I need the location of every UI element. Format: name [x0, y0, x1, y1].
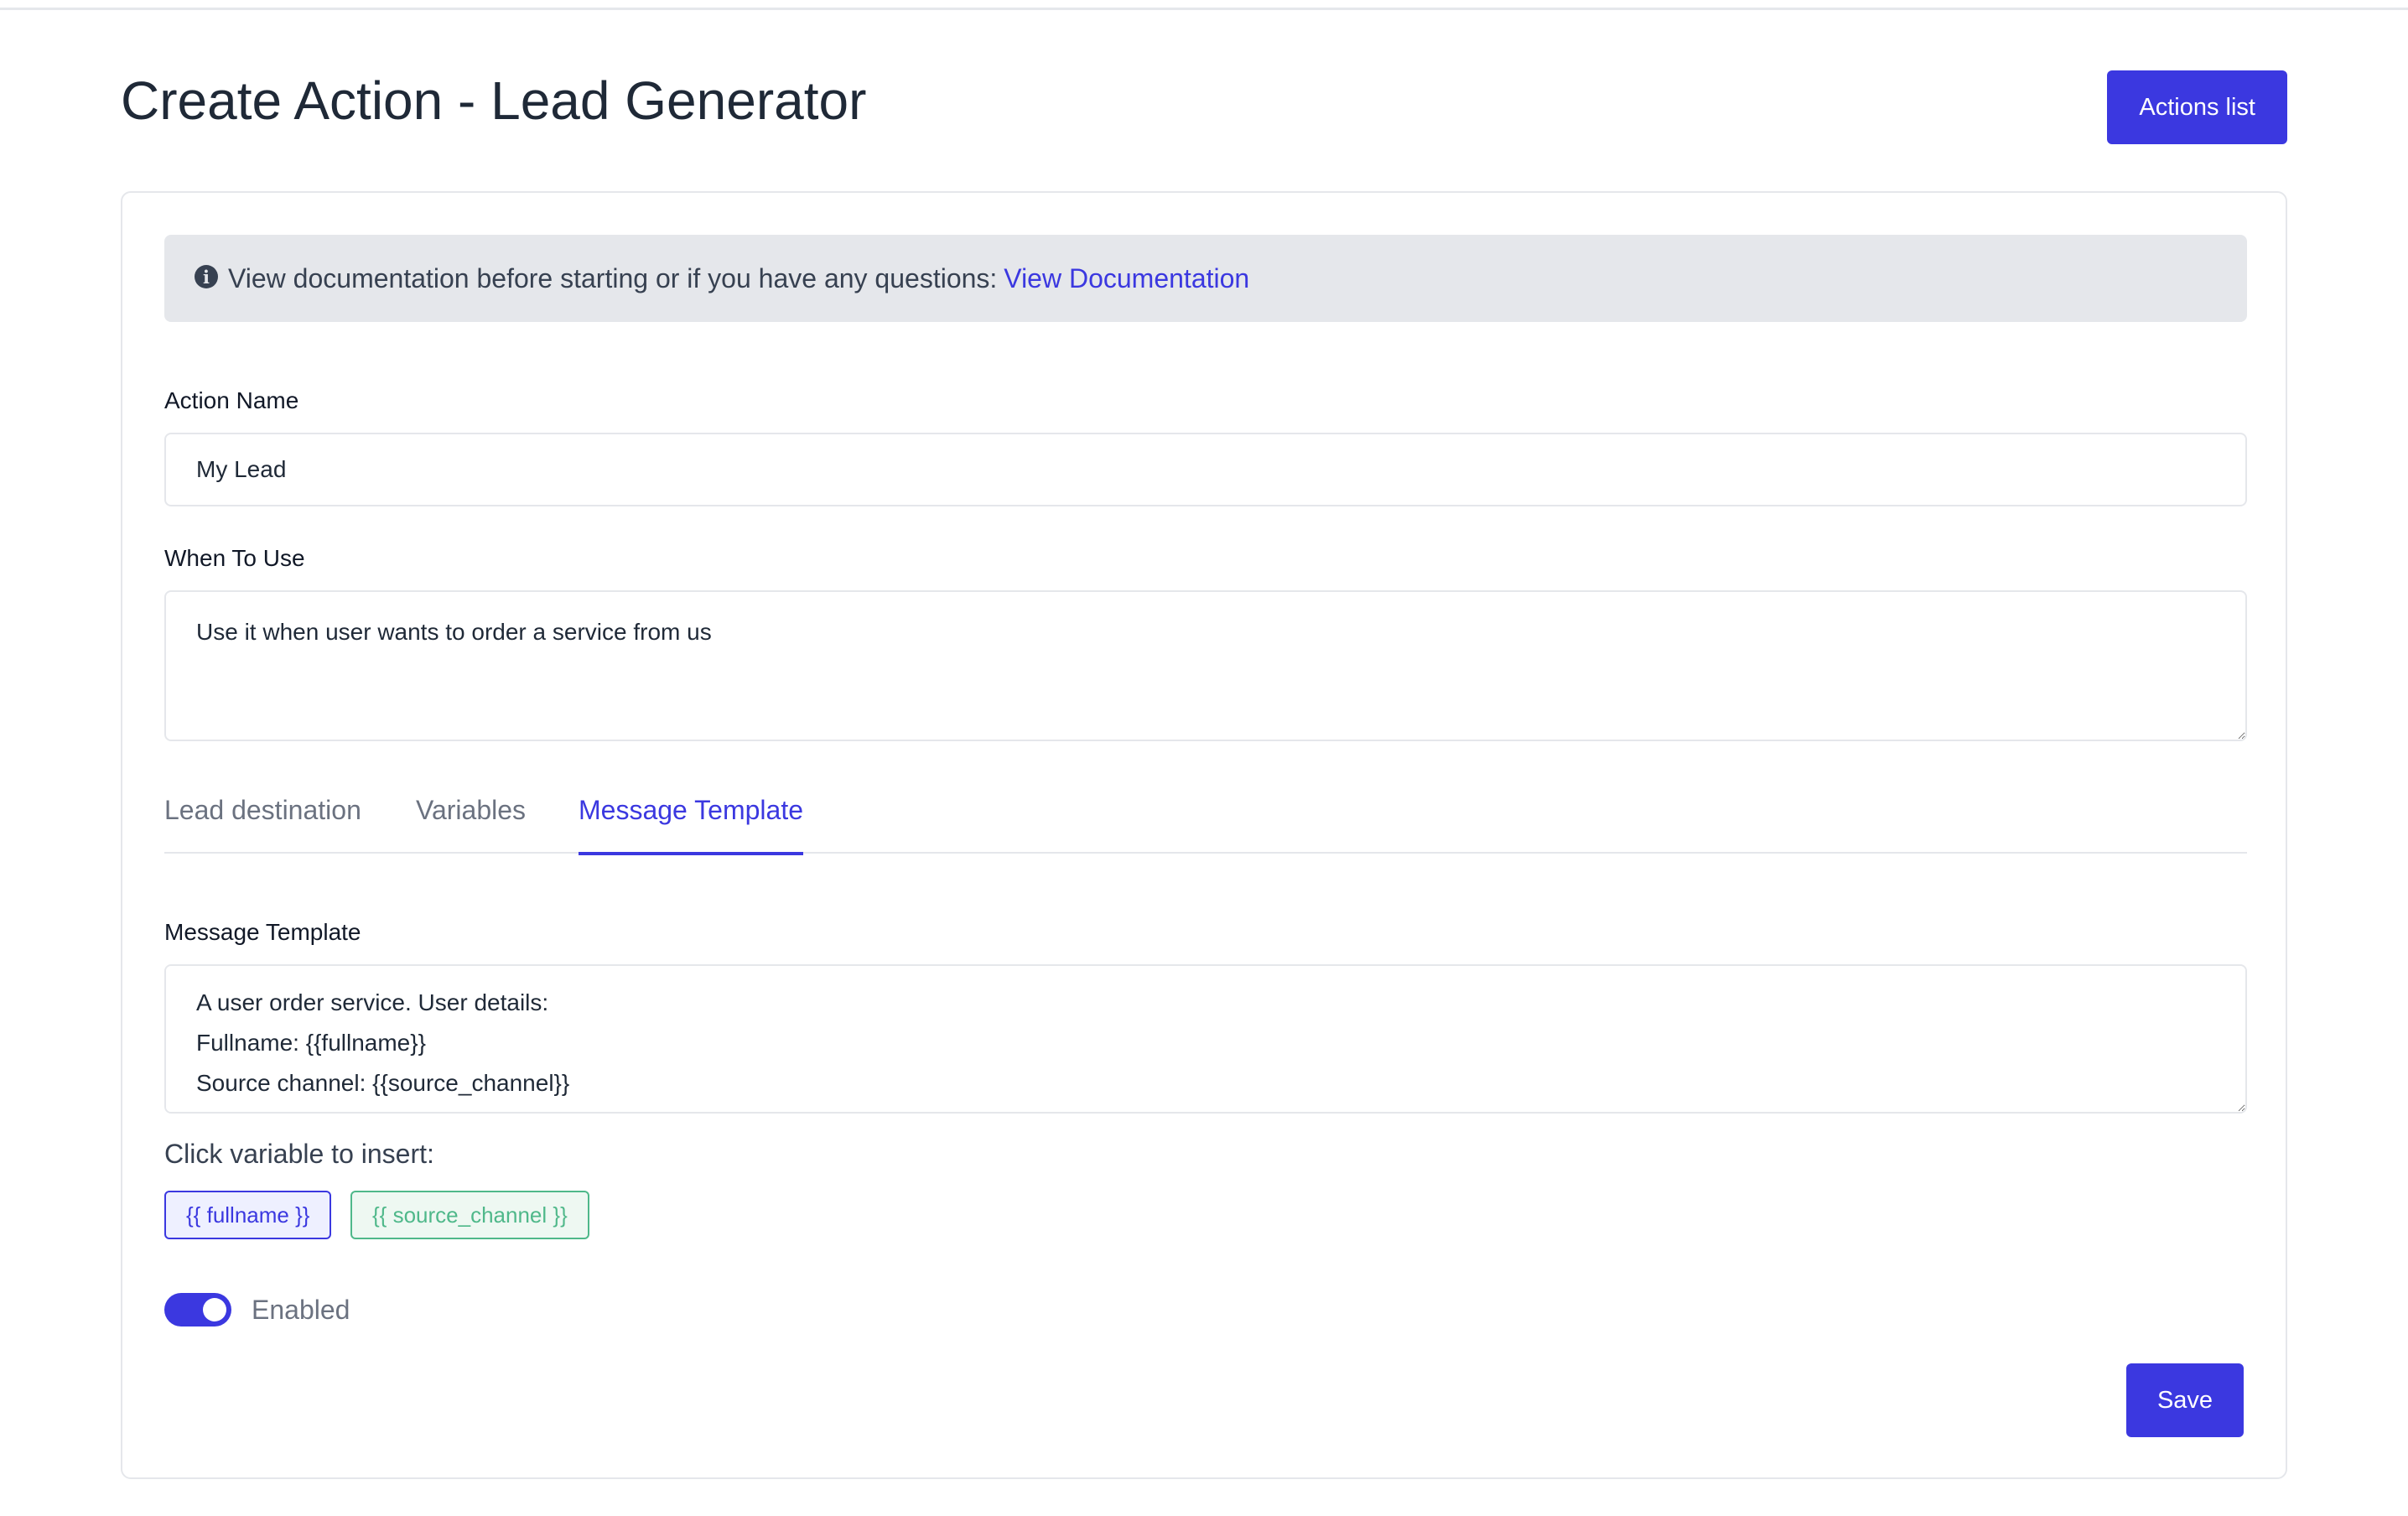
- variable-insert-hint: Click variable to insert:: [164, 1139, 434, 1169]
- save-button[interactable]: Save: [2126, 1363, 2244, 1437]
- top-divider: [0, 0, 2408, 10]
- message-template-textarea[interactable]: A user order service. User details: Full…: [164, 964, 2247, 1114]
- variable-chip-fullname[interactable]: {{ fullname }}: [164, 1191, 332, 1239]
- view-documentation-link[interactable]: View Documentation: [1004, 263, 1249, 294]
- tab-lead-destination[interactable]: Lead destination: [164, 793, 361, 854]
- documentation-notice: i View documentation before starting or …: [164, 235, 2247, 322]
- page-title: Create Action - Lead Generator: [121, 70, 867, 131]
- tab-variables[interactable]: Variables: [416, 793, 526, 854]
- action-form-card: i View documentation before starting or …: [121, 191, 2287, 1479]
- actions-list-button[interactable]: Actions list: [2107, 70, 2287, 144]
- message-template-label: Message Template: [164, 919, 361, 945]
- action-name-label: Action Name: [164, 387, 299, 413]
- when-to-use-label: When To Use: [164, 545, 305, 571]
- info-circle-icon: i: [195, 265, 218, 288]
- documentation-notice-text: View documentation before starting or if…: [228, 262, 998, 293]
- when-to-use-textarea[interactable]: Use it when user wants to order a servic…: [164, 590, 2247, 741]
- page-header: Create Action - Lead Generator Actions l…: [121, 70, 2287, 146]
- settings-tabs: Lead destination Variables Message Templ…: [164, 793, 2247, 855]
- toggle-knob: [203, 1298, 226, 1321]
- enabled-label: Enabled: [252, 1295, 350, 1325]
- enabled-toggle[interactable]: [164, 1293, 231, 1326]
- tab-message-template[interactable]: Message Template: [579, 793, 803, 855]
- variable-chip-source-channel[interactable]: {{ source_channel }}: [350, 1191, 589, 1239]
- action-name-input[interactable]: [164, 433, 2247, 506]
